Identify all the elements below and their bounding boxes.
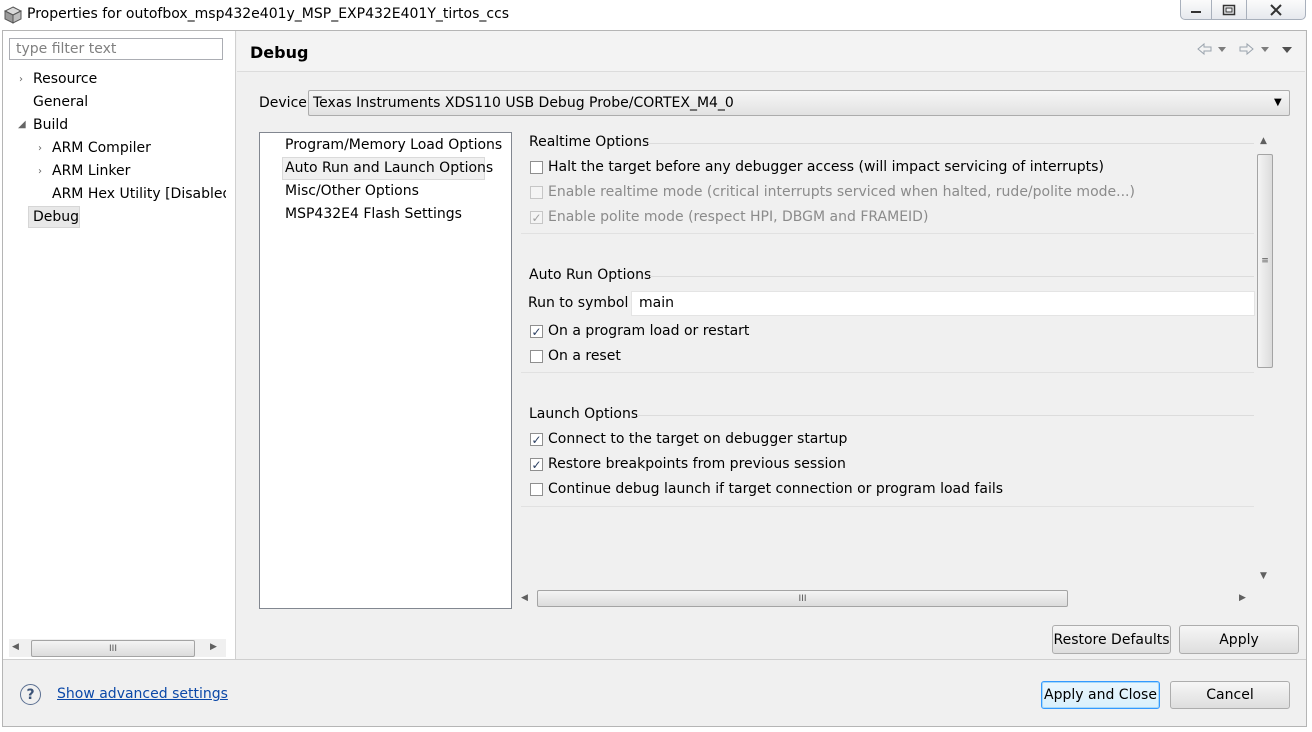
restore-breakpoints-label: Restore breakpoints from previous sessio…	[548, 456, 846, 472]
page-header	[237, 31, 1305, 72]
on-program-load-label: On a program load or restart	[548, 323, 750, 339]
realtime-mode-label: Enable realtime mode (critical interrupt…	[548, 184, 1135, 200]
options-pane	[518, 132, 1254, 590]
halt-target-label: Halt the target before any debugger acce…	[548, 159, 1104, 175]
scroll-left-arrow-icon[interactable]: ◀	[521, 593, 528, 603]
option-program-memory-load[interactable]: Program/Memory Load Options	[285, 137, 502, 153]
connect-on-startup-checkbox[interactable]: ✓	[530, 433, 543, 446]
close-icon	[1270, 3, 1282, 16]
scroll-up-arrow-icon[interactable]: ▲	[1260, 136, 1267, 146]
polite-mode-label: Enable polite mode (respect HPI, DBGM an…	[548, 209, 929, 225]
option-misc-other[interactable]: Misc/Other Options	[285, 183, 419, 199]
continue-launch-label: Continue debug launch if target connecti…	[548, 481, 1004, 497]
tree-item-resource[interactable]: Resource	[33, 71, 97, 87]
halt-target-checkbox[interactable]	[530, 161, 543, 174]
restore-defaults-button[interactable]: Restore Defaults	[1052, 625, 1171, 654]
close-button[interactable]	[1246, 0, 1306, 20]
group-divider	[650, 276, 1254, 277]
chevron-right-icon[interactable]: ›	[38, 143, 42, 154]
scroll-right-arrow-icon[interactable]: ▶	[1239, 593, 1246, 603]
expanded-triangle-icon[interactable]: ◢	[18, 119, 26, 130]
realtime-mode-checkbox	[530, 186, 543, 199]
cancel-button[interactable]: Cancel	[1170, 681, 1290, 709]
auto-run-options-title: Auto Run Options	[529, 267, 652, 283]
continue-launch-checkbox[interactable]	[530, 483, 543, 496]
window-title: Properties for outofbox_msp432e401y_MSP_…	[27, 6, 510, 22]
forward-menu-icon[interactable]	[1261, 47, 1269, 52]
restore-icon	[1222, 4, 1236, 15]
tree-item-arm-linker[interactable]: ARM Linker	[52, 163, 130, 179]
tree-item-debug[interactable]: Debug	[33, 209, 79, 225]
group-divider	[521, 233, 1254, 234]
footer-divider	[3, 659, 1306, 660]
options-scrollbar-thumb[interactable]: III	[537, 590, 1068, 607]
help-icon[interactable]: ?	[20, 684, 41, 705]
option-msp432e4-flash[interactable]: MSP432E4 Flash Settings	[285, 206, 462, 222]
dropdown-arrow-icon[interactable]: ▼	[1274, 97, 1282, 108]
show-advanced-settings-link[interactable]: Show advanced settings	[57, 686, 228, 702]
tree-item-build[interactable]: Build	[33, 117, 68, 133]
chevron-right-icon[interactable]: ›	[38, 166, 42, 177]
on-reset-label: On a reset	[548, 348, 621, 364]
back-menu-icon[interactable]	[1218, 47, 1226, 52]
device-select-value[interactable]: Texas Instruments XDS110 USB Debug Probe…	[313, 95, 734, 111]
scroll-left-arrow-icon[interactable]: ◀	[12, 642, 19, 652]
group-divider	[521, 372, 1254, 373]
minimize-icon	[1191, 10, 1201, 13]
on-program-load-checkbox[interactable]: ✓	[530, 325, 543, 338]
back-arrow-icon[interactable]	[1197, 42, 1212, 56]
scroll-right-arrow-icon[interactable]: ▶	[210, 642, 217, 652]
maximize-button[interactable]	[1211, 0, 1247, 20]
group-divider	[637, 415, 1254, 416]
tree-item-arm-compiler[interactable]: ARM Compiler	[52, 140, 151, 156]
view-menu-icon[interactable]	[1282, 47, 1292, 53]
apply-button[interactable]: Apply	[1179, 625, 1299, 654]
polite-mode-checkbox: ✓	[530, 210, 543, 225]
history-navigation	[1197, 42, 1292, 56]
forward-arrow-icon[interactable]	[1239, 42, 1254, 56]
app-icon	[4, 6, 22, 24]
group-divider	[648, 143, 1254, 144]
chevron-right-icon[interactable]: ›	[19, 74, 23, 85]
option-auto-run-launch[interactable]: Auto Run and Launch Options	[285, 160, 493, 176]
scroll-down-arrow-icon[interactable]: ▼	[1260, 571, 1267, 581]
run-to-symbol-label: Run to symbol	[528, 295, 629, 311]
page-title: Debug	[250, 43, 309, 62]
realtime-options-title: Realtime Options	[529, 134, 650, 150]
connect-on-startup-label: Connect to the target on debugger startu…	[548, 431, 848, 447]
launch-options-title: Launch Options	[529, 406, 639, 422]
device-label: Device	[259, 95, 307, 111]
filter-input[interactable]	[9, 38, 223, 60]
restore-breakpoints-checkbox[interactable]: ✓	[530, 458, 543, 471]
minimize-button[interactable]	[1180, 0, 1212, 20]
vertical-scrollbar-thumb[interactable]: ≡	[1257, 154, 1273, 368]
option-category-list[interactable]	[259, 132, 512, 609]
group-divider	[521, 506, 1254, 507]
tree-item-general[interactable]: General	[33, 94, 88, 110]
apply-and-close-button[interactable]: Apply and Close	[1041, 681, 1160, 709]
run-to-symbol-input[interactable]: main	[631, 291, 1255, 316]
left-scrollbar-thumb[interactable]: III	[31, 640, 195, 657]
on-reset-checkbox[interactable]	[530, 350, 543, 363]
tree-item-arm-hex-utility[interactable]: ARM Hex Utility [Disabled]	[52, 186, 226, 202]
